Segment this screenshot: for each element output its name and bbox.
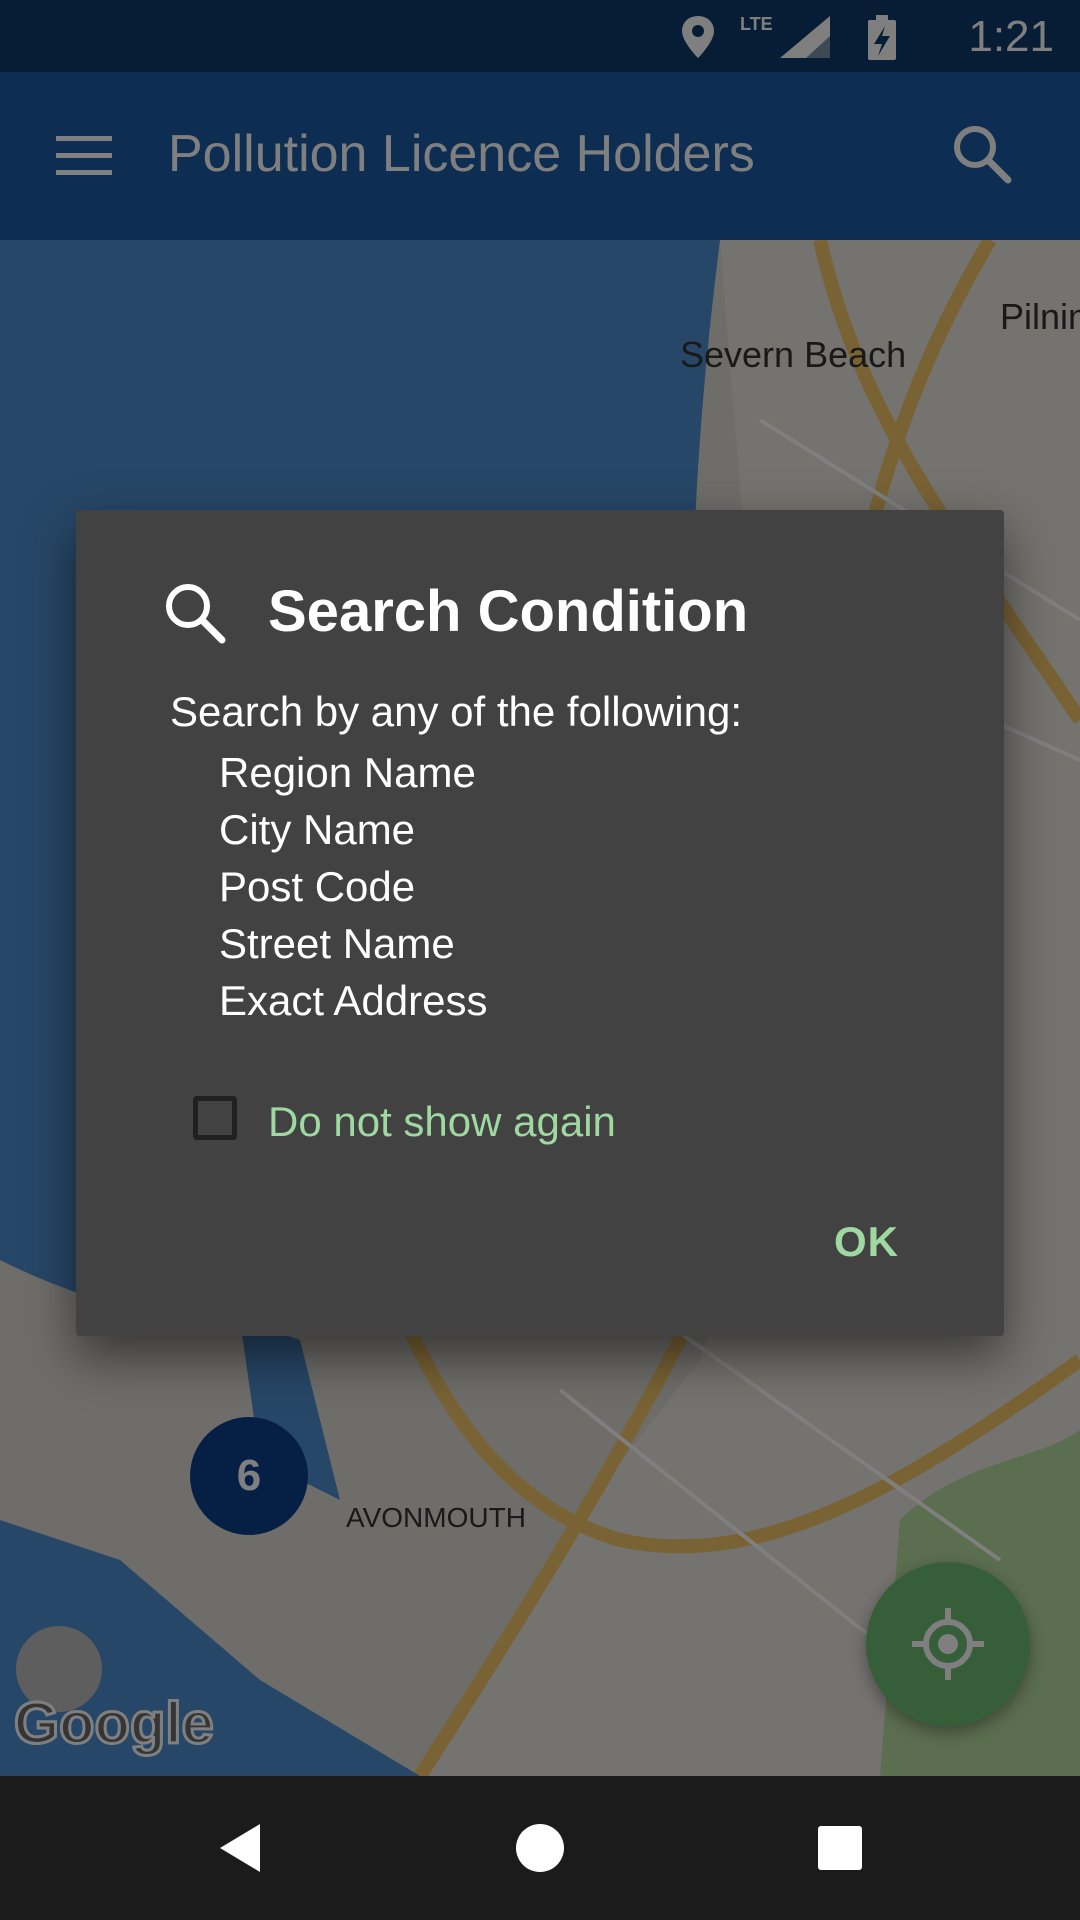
system-nav-bar <box>0 1776 1080 1920</box>
search-icon <box>166 584 226 644</box>
dialog-title: Search Condition <box>268 579 749 644</box>
search-option-post-code: Post Code <box>219 863 416 910</box>
search-option-region-name: Region Name <box>219 749 476 796</box>
search-option-city-name: City Name <box>219 806 416 853</box>
search-option-exact-address: Exact Address <box>219 977 488 1024</box>
search-condition-dialog: Search Condition Search by any of the fo… <box>76 510 1004 1336</box>
do-not-show-again-label[interactable]: Do not show again <box>268 1098 616 1146</box>
home-icon[interactable] <box>512 1820 568 1876</box>
ok-button[interactable]: OK <box>834 1218 899 1266</box>
dialog-intro-text: Search by any of the following: <box>170 688 743 735</box>
search-options-list: Region Name City Name Post Code Street N… <box>219 744 487 1029</box>
back-icon[interactable] <box>214 1820 270 1876</box>
do-not-show-again-checkbox[interactable] <box>193 1096 237 1140</box>
recents-icon[interactable] <box>812 1820 868 1876</box>
search-option-street-name: Street Name <box>219 920 455 967</box>
